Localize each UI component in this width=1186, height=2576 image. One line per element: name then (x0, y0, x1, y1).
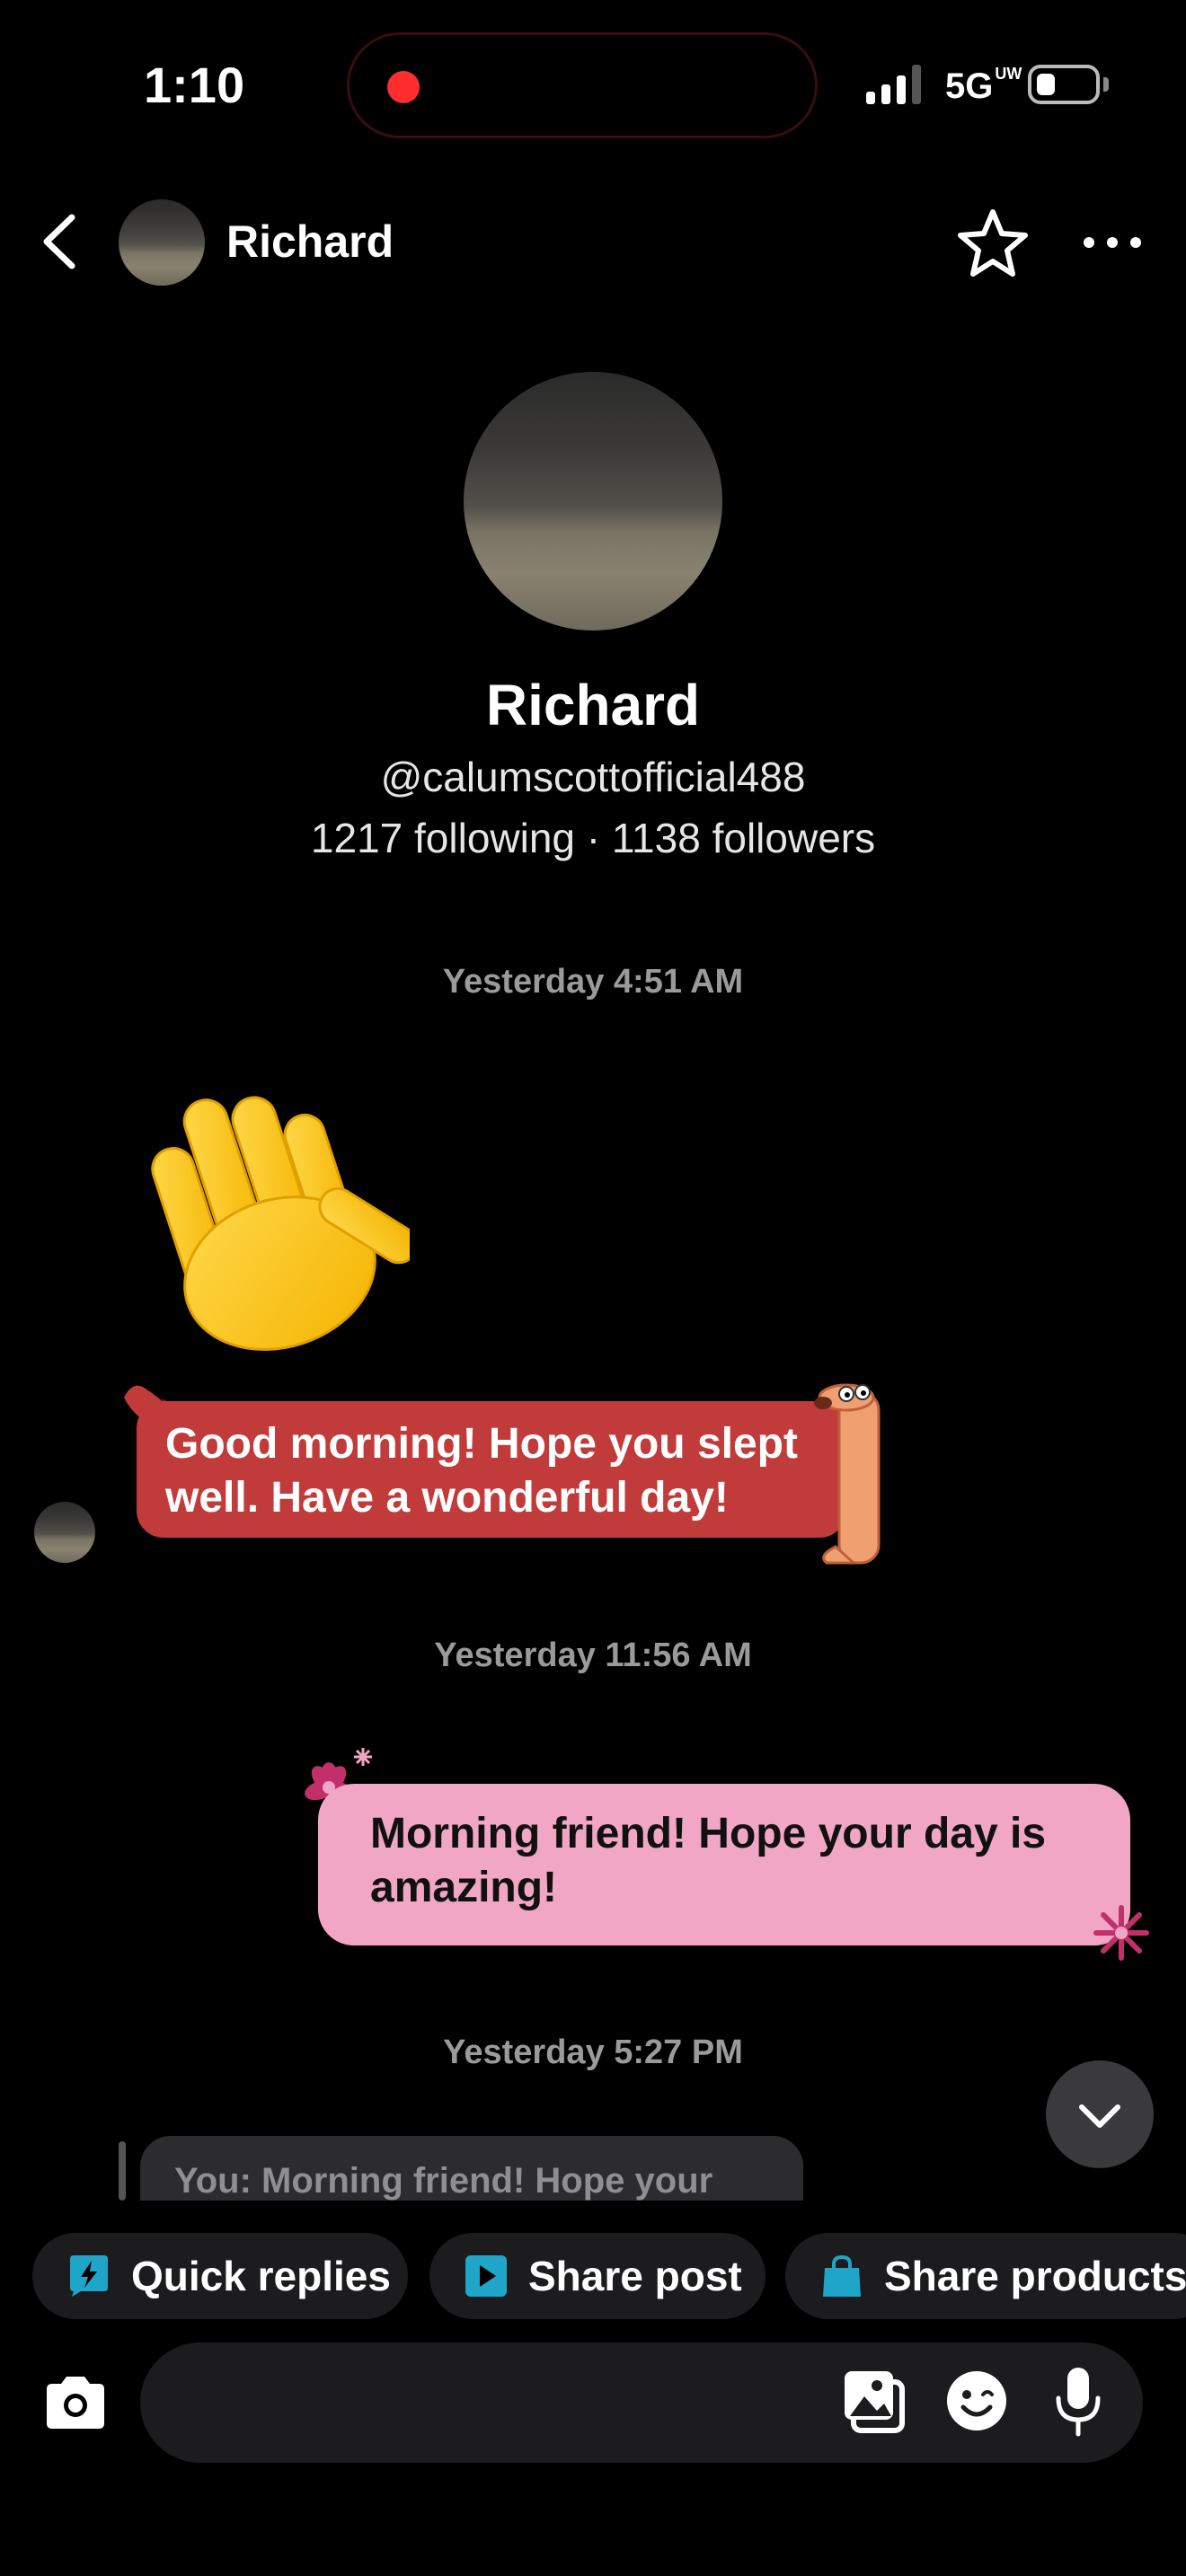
dog-sticker-icon (814, 1383, 881, 1565)
dynamic-island (347, 32, 818, 138)
microphone-icon[interactable] (1051, 2364, 1105, 2439)
received-message-bubble[interactable]: Good morning! Hope you slept well. Have … (137, 1401, 846, 1538)
message-avatar[interactable] (34, 1502, 95, 1563)
header-contact-name[interactable]: Richard (226, 216, 394, 268)
message-timestamp: Yesterday 5:27 PM (443, 2033, 743, 2071)
profile-handle: @calumscottofficial488 (380, 754, 806, 800)
chevron-down-icon (1079, 2104, 1120, 2128)
header-avatar[interactable] (119, 199, 205, 286)
profile-stats: 1217 following · 1138 followers (310, 815, 876, 861)
share-products-label: Share products (884, 2253, 1186, 2299)
profile-name: Richard (485, 673, 701, 737)
more-icon[interactable] (1076, 217, 1148, 268)
cellular-signal-icon (866, 65, 921, 104)
quick-replies-icon (70, 2255, 108, 2297)
shopping-bag-icon (823, 2254, 861, 2297)
profile-avatar[interactable] (464, 372, 722, 631)
share-post-icon (465, 2255, 507, 2297)
status-time: 1:10 (144, 57, 245, 113)
recording-indicator-icon (387, 71, 420, 103)
gallery-icon[interactable] (841, 2368, 907, 2434)
share-products-chip[interactable]: Share products (785, 2233, 1186, 2319)
reply-indicator (119, 2141, 126, 2201)
camera-icon[interactable] (40, 2368, 111, 2439)
battery-icon (1028, 65, 1100, 104)
quick-replies-chip[interactable]: Quick replies (32, 2233, 408, 2319)
flower-decoration-icon (1093, 1905, 1149, 1961)
share-post-chip[interactable]: Share post (429, 2233, 766, 2319)
share-post-label: Share post (528, 2253, 742, 2299)
quick-replies-label: Quick replies (131, 2253, 391, 2299)
message-timestamp: Yesterday 4:51 AM (442, 963, 744, 1001)
star-icon[interactable] (956, 207, 1030, 280)
message-timestamp: Yesterday 11:56 AM (434, 1636, 752, 1674)
scroll-to-bottom-button[interactable] (1046, 2060, 1154, 2168)
waving-hand-icon[interactable] (122, 1069, 410, 1365)
back-arrow-icon[interactable] (32, 210, 86, 273)
reply-preview[interactable]: You: Morning friend! Hope your (140, 2136, 803, 2201)
sent-message-bubble[interactable]: Morning friend! Hope your day is amazing… (318, 1784, 1130, 1945)
network-suffix: UW (995, 65, 1022, 83)
network-type: 5G UW (945, 65, 1022, 106)
sticker-icon[interactable] (945, 2369, 1008, 2432)
